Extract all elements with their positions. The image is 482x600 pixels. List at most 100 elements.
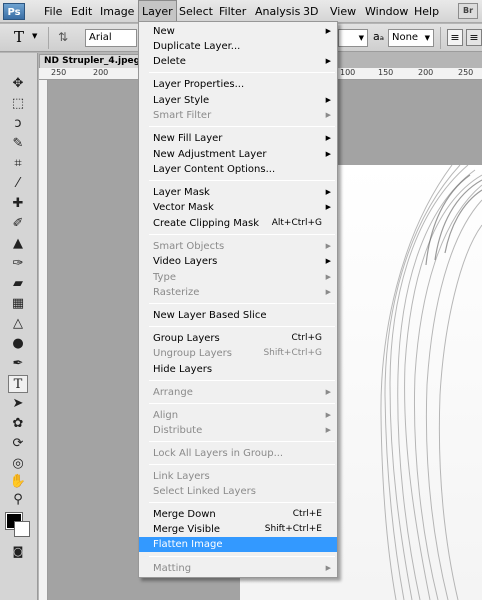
antialias-select[interactable]: None ▼ [388, 29, 434, 47]
submenu-arrow-icon: ▶ [325, 288, 331, 296]
path-select-tool-icon[interactable]: ➤ [8, 395, 28, 413]
submenu-arrow-icon: ▶ [325, 257, 331, 265]
menu-separator [149, 126, 335, 127]
gradient-tool-icon[interactable]: ▦ [8, 295, 28, 313]
menu-item-create-clipping-mask[interactable]: Create Clipping Mask Alt+Ctrl+G [139, 216, 337, 231]
type-tool-icon[interactable]: T [8, 375, 28, 393]
document-tab[interactable]: ND Strupler_4.jpeg @ [39, 54, 139, 68]
menu-item-group-layers[interactable]: Group Layers Ctrl+G [139, 331, 337, 346]
chevron-down-icon: ▼ [424, 34, 430, 42]
zoom-tool-icon[interactable]: ⚲ [8, 491, 28, 509]
antialias-icon: aₐ [373, 30, 385, 43]
quick-select-tool-icon[interactable]: ✎ [8, 135, 28, 153]
marquee-tool-icon[interactable]: ⬚ [8, 95, 28, 113]
menu-item-merge-down[interactable]: Merge Down Ctrl+E [139, 507, 337, 522]
menu-separator [149, 72, 335, 73]
menu-separator [149, 180, 335, 181]
crop-tool-icon[interactable]: ⌗ [8, 155, 28, 173]
healing-tool-icon[interactable]: ✚ [8, 195, 28, 213]
menu-item-new-layer-based-slice[interactable]: New Layer Based Slice [139, 308, 337, 323]
menu-item-distribute[interactable]: Distribute ▶ [139, 423, 337, 438]
background-color-swatch[interactable] [14, 521, 30, 537]
3d-rotate-tool-icon[interactable]: ⟳ [8, 435, 28, 453]
menu-item-new-fill-layer[interactable]: New Fill Layer ▶ [139, 131, 337, 146]
menu-item-delete[interactable]: Delete ▶ [139, 54, 337, 69]
chevron-down-icon[interactable]: ▼ [32, 32, 37, 40]
menu-help[interactable]: Help [411, 0, 442, 23]
menu-filter[interactable]: Filter [216, 0, 249, 23]
menu-file[interactable]: File [41, 0, 65, 23]
menu-item-flatten-image[interactable]: Flatten Image [139, 537, 337, 552]
lasso-tool-icon[interactable]: ↄ [8, 115, 28, 133]
menu-layer[interactable]: Layer [138, 0, 177, 23]
menu-item-label: New Adjustment Layer [153, 149, 267, 160]
menu-item-duplicate-layer[interactable]: Duplicate Layer... [139, 39, 337, 54]
menu-select[interactable]: Select [176, 0, 216, 23]
dodge-tool-icon[interactable]: ● [8, 335, 28, 353]
menu-3d[interactable]: 3D [300, 0, 321, 23]
menu-item-hide-layers[interactable]: Hide Layers [139, 362, 337, 377]
menu-item-merge-visible[interactable]: Merge Visible Shift+Ctrl+E [139, 522, 337, 537]
menu-item-link-layers[interactable]: Link Layers [139, 469, 337, 484]
options-separator [48, 27, 49, 49]
layer-menu-dropdown: New ▶ Duplicate Layer... Delete ▶ Layer Pr… [138, 21, 338, 578]
menu-item-layer-style[interactable]: Layer Style ▶ [139, 93, 337, 108]
menu-item-layer-content-options[interactable]: Layer Content Options... [139, 162, 337, 177]
menu-item-align[interactable]: Align ▶ [139, 408, 337, 423]
menu-item-select-linked-layers[interactable]: Select Linked Layers [139, 484, 337, 499]
align-center-icon[interactable]: ≡ [466, 29, 482, 46]
submenu-arrow-icon: ▶ [325, 188, 331, 196]
menu-item-label: Video Layers [153, 256, 218, 267]
menu-item-label: Merge Visible [153, 524, 221, 535]
brush-tool-icon[interactable]: ✐ [8, 215, 28, 233]
menu-item-rasterize[interactable]: Rasterize ▶ [139, 285, 337, 300]
shape-tool-icon[interactable]: ✿ [8, 415, 28, 433]
blur-tool-icon[interactable]: △ [8, 315, 28, 333]
menu-window[interactable]: Window [362, 0, 411, 23]
menu-separator [149, 556, 335, 557]
menu-item-video-layers[interactable]: Video Layers ▶ [139, 254, 337, 269]
submenu-arrow-icon: ▶ [325, 273, 331, 281]
menu-item-label: Smart Objects [153, 241, 225, 252]
tools-panel: ✥ ⬚ ↄ ✎ ⌗ ⁄ ✚ ✐ ▲ ✑ ▰ ▦ △ ● ✒ T ➤ ✿ ⟳ ◎ … [0, 53, 38, 600]
quick-mask-icon[interactable]: ◙ [8, 543, 28, 561]
menu-item-type[interactable]: Type ▶ [139, 270, 337, 285]
align-left-icon[interactable]: ≡ [447, 29, 463, 46]
move-tool-icon[interactable]: ✥ [8, 75, 28, 93]
history-brush-tool-icon[interactable]: ✑ [8, 255, 28, 273]
menu-item-ungroup-layers[interactable]: Ungroup Layers Shift+Ctrl+G [139, 346, 337, 361]
menu-item-lock-all-layers[interactable]: Lock All Layers in Group... [139, 446, 337, 461]
menu-item-label: Layer Content Options... [153, 164, 276, 175]
stamp-tool-icon[interactable]: ▲ [8, 235, 28, 253]
menu-item-layer-properties[interactable]: Layer Properties... [139, 77, 337, 92]
menu-item-smart-filter[interactable]: Smart Filter ▶ [139, 108, 337, 123]
menu-item-arrange[interactable]: Arrange ▶ [139, 385, 337, 400]
hand-tool-icon[interactable]: ✋ [8, 473, 28, 491]
3d-orbit-tool-icon[interactable]: ◎ [8, 455, 28, 473]
menu-item-smart-objects[interactable]: Smart Objects ▶ [139, 239, 337, 254]
eraser-tool-icon[interactable]: ▰ [8, 275, 28, 293]
menu-item-shortcut: Ctrl+E [292, 509, 322, 519]
menu-item-shortcut: Alt+Ctrl+G [271, 218, 322, 228]
menu-item-label: Lock All Layers in Group... [153, 448, 284, 459]
menu-image[interactable]: Image [97, 0, 137, 23]
menu-item-new-adjustment-layer[interactable]: New Adjustment Layer ▶ [139, 147, 337, 162]
menu-analysis[interactable]: Analysis [252, 0, 303, 23]
menu-separator [149, 441, 335, 442]
pen-tool-icon[interactable]: ✒ [8, 355, 28, 373]
font-family-field[interactable]: Arial [85, 29, 137, 47]
menu-item-label: Link Layers [153, 471, 210, 482]
menu-item-new[interactable]: New ▶ [139, 24, 337, 39]
menu-edit[interactable]: Edit [68, 0, 95, 23]
menu-separator [149, 326, 335, 327]
font-size-field[interactable]: ▼ [338, 29, 368, 47]
menu-item-vector-mask[interactable]: Vector Mask ▶ [139, 200, 337, 215]
text-orientation-icon[interactable]: ⇅ [58, 30, 68, 44]
type-tool-preset-icon[interactable]: T [14, 28, 24, 46]
menu-view[interactable]: View [327, 0, 359, 23]
eyedropper-tool-icon[interactable]: ⁄ [8, 175, 28, 193]
menu-item-matting[interactable]: Matting ▶ [139, 561, 337, 576]
menu-item-layer-mask[interactable]: Layer Mask ▶ [139, 185, 337, 200]
menu-item-label: Group Layers [153, 333, 220, 344]
bridge-button[interactable]: Br [458, 3, 478, 19]
